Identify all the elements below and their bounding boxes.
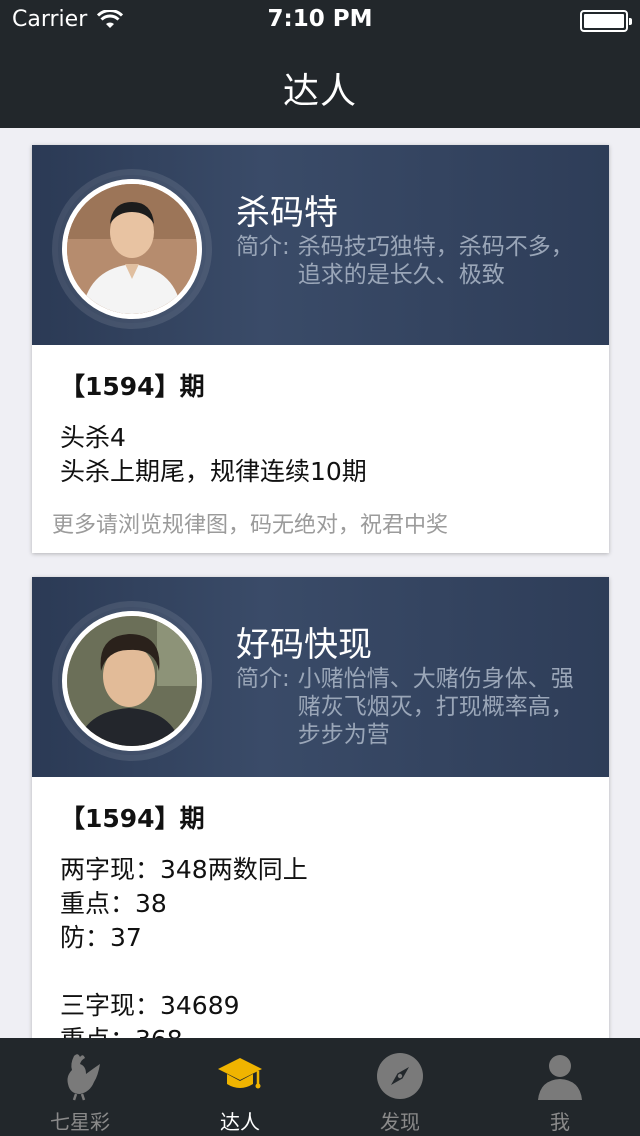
tab-bar: 七星彩 达人 发现 我 <box>0 1038 640 1136</box>
prediction-line: 头杀4 <box>60 423 126 452</box>
tab-label: 七星彩 <box>50 1110 110 1134</box>
prediction-line: 重点：38 <box>60 889 167 918</box>
prediction-lines: 头杀4 头杀上期尾，规律连续10期 <box>60 421 581 489</box>
page-title: 达人 <box>282 71 357 112</box>
tab-faxian[interactable]: 发现 <box>320 1038 480 1136</box>
battery-icon <box>580 10 632 32</box>
user-icon <box>538 1055 582 1100</box>
avatar-ring <box>58 175 206 323</box>
prediction-lines: 两字现：348两数同上 重点：38 防：37 三字现：34689 重点：368 <box>60 853 581 1038</box>
expert-card-header: 杀码特 简介: 杀码技巧独特，杀码不多，追求的是长久、极致 <box>32 145 609 345</box>
expert-card-body: 【1594】期 头杀4 头杀上期尾，规律连续10期 更多请浏览规律图，码无绝对，… <box>32 345 609 553</box>
expert-intro: 简介: 小赌怡情、大赌伤身体、强赌灰飞烟灭，打现概率高，步步为营 <box>236 665 588 749</box>
card-footer-note: 更多请浏览规律图，码无绝对，祝君中奖 <box>52 513 449 538</box>
prediction-line: 防：37 <box>60 923 142 952</box>
tab-label: 我 <box>550 1110 570 1134</box>
avatar-image <box>67 616 197 746</box>
compass-icon <box>377 1053 423 1099</box>
status-bar: Carrier 7:10 PM <box>0 0 640 40</box>
expert-name: 好码快现 <box>236 625 372 665</box>
expert-name: 杀码特 <box>236 193 338 233</box>
tab-me[interactable]: 我 <box>480 1038 640 1136</box>
prediction-line: 两字现：348两数同上 <box>60 855 308 884</box>
prediction-line: 三字现：34689 <box>60 991 240 1020</box>
period-label: 【1594】期 <box>60 804 205 833</box>
intro-text: 杀码技巧独特，杀码不多，追求的是长久、极致 <box>297 234 574 288</box>
intro-label: 简介: <box>236 666 290 692</box>
avatar[interactable] <box>62 611 202 751</box>
prediction-spacer <box>60 955 581 989</box>
expert-intro: 简介: 杀码技巧独特，杀码不多，追求的是长久、极致 <box>236 233 588 289</box>
tab-daren[interactable]: 达人 <box>160 1038 320 1136</box>
tab-qixingcai[interactable]: 七星彩 <box>0 1038 160 1136</box>
avatar-image <box>67 184 197 314</box>
intro-label: 简介: <box>236 234 290 260</box>
avatar-ring <box>58 607 206 755</box>
graduation-cap-icon <box>218 1058 262 1089</box>
expert-card-body: 【1594】期 两字现：348两数同上 重点：38 防：37 三字现：34689… <box>32 777 609 1038</box>
expert-card-header: 好码快现 简介: 小赌怡情、大赌伤身体、强赌灰飞烟灭，打现概率高，步步为营 <box>32 577 609 777</box>
avatar[interactable] <box>62 179 202 319</box>
content-scroll[interactable]: 杀码特 简介: 杀码技巧独特，杀码不多，追求的是长久、极致 【1594】期 头杀… <box>0 128 640 1038</box>
intro-text: 小赌怡情、大赌伤身体、强赌灰飞烟灭，打现概率高，步步为营 <box>297 666 574 748</box>
expert-card[interactable]: 好码快现 简介: 小赌怡情、大赌伤身体、强赌灰飞烟灭，打现概率高，步步为营 【1… <box>32 577 609 1038</box>
header: Carrier 7:10 PM 达人 <box>0 0 640 128</box>
prediction-line: 头杀上期尾，规律连续10期 <box>60 457 367 486</box>
period-label: 【1594】期 <box>60 372 205 401</box>
tab-label: 达人 <box>220 1110 260 1134</box>
prediction-line: 重点：368 <box>60 1023 581 1038</box>
rooster-icon <box>67 1054 100 1101</box>
status-time: 7:10 PM <box>267 6 373 32</box>
expert-card[interactable]: 杀码特 简介: 杀码技巧独特，杀码不多，追求的是长久、极致 【1594】期 头杀… <box>32 145 609 553</box>
tab-label: 发现 <box>380 1110 420 1134</box>
